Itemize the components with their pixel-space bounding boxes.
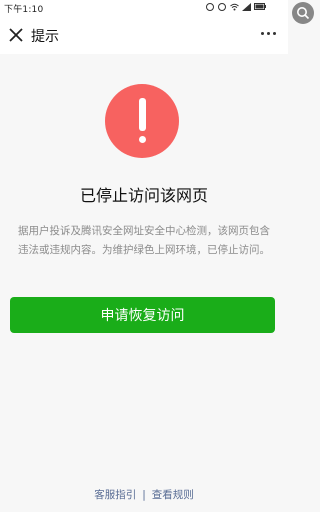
sync-icon [218, 3, 226, 11]
nav-bar: 提示 [0, 16, 288, 54]
more-icon[interactable] [261, 32, 276, 35]
alarm-icon [206, 3, 214, 11]
search-icon [297, 7, 310, 20]
customer-service-link[interactable]: 客服指引 [94, 489, 136, 501]
view-rules-link[interactable]: 查看规则 [152, 489, 194, 501]
status-bar: 下午1:10 [0, 0, 288, 16]
floating-search-button[interactable] [292, 2, 314, 24]
status-time: 下午1:10 [4, 5, 44, 15]
exclamation-dot [138, 136, 146, 143]
restore-access-button[interactable]: 申请恢复访问 [10, 297, 275, 333]
status-icons [206, 3, 266, 11]
footer-links: 客服指引 | 查看规则 [0, 487, 288, 502]
close-icon [9, 28, 23, 42]
exclamation-icon [105, 84, 179, 158]
exclamation-bar [138, 98, 146, 131]
blocked-heading: 已停止访问该网页 [79, 186, 208, 205]
more-dot [267, 32, 270, 35]
battery-icon [254, 3, 266, 11]
more-dot [273, 32, 276, 35]
more-dot [261, 32, 264, 35]
page-title: 提示 [31, 29, 59, 45]
wifi-icon [230, 3, 239, 11]
signal-icon [242, 3, 251, 11]
footer-separator: | [142, 489, 146, 501]
close-button[interactable] [6, 25, 26, 45]
blocked-description: 据用户投诉及腾讯安全网址安全中心检测，该网页包含违法或违规内容。为维护绿色上网环… [18, 225, 270, 256]
